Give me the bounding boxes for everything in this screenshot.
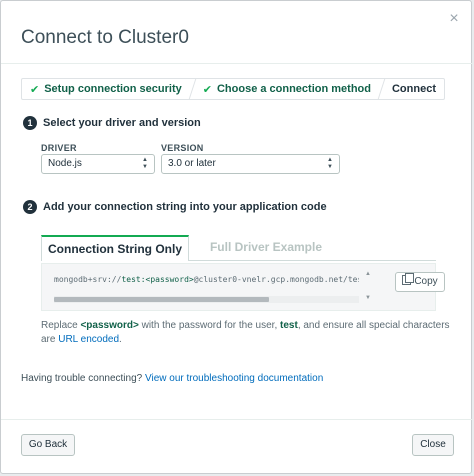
step-number-badge: 1 <box>23 116 37 130</box>
step-connect[interactable]: Connect <box>384 79 444 99</box>
code-password: <password> <box>145 275 194 284</box>
copy-label: Copy <box>414 276 438 287</box>
divider <box>1 419 473 420</box>
section-2-heading: 2 Add your connection string into your a… <box>23 200 327 214</box>
section-title: Select your driver and version <box>43 117 201 129</box>
select-arrows-icon: ▲ ▼ <box>327 157 333 170</box>
connection-tabs: Connection String Only Full Driver Examp… <box>41 235 436 261</box>
password-note: Replace <password> with the password for… <box>41 319 456 347</box>
divider <box>1 63 473 64</box>
step-choose-method[interactable]: ✔ Choose a connection method <box>195 79 379 99</box>
go-back-button[interactable]: Go Back <box>21 434 75 456</box>
troubleshooting-link[interactable]: View our troubleshooting documentation <box>145 373 323 384</box>
section-1-heading: 1 Select your driver and version <box>23 116 201 130</box>
modal-title: Connect to Cluster0 <box>21 27 189 48</box>
troubleshooting-text: Having trouble connecting? View our trou… <box>21 373 323 384</box>
note-text: Replace <box>41 320 81 331</box>
trouble-label: Having trouble connecting? <box>21 373 145 384</box>
version-select[interactable]: 3.0 or later ▲ ▼ <box>161 154 340 174</box>
code-user: test <box>121 275 141 284</box>
tab-full-driver-example[interactable]: Full Driver Example <box>191 235 341 261</box>
note-text: . <box>119 334 122 345</box>
tab-connection-string-only[interactable]: Connection String Only <box>41 235 189 261</box>
check-icon: ✔ <box>30 83 40 96</box>
step-label: Connect <box>391 83 436 95</box>
driver-select[interactable]: Node.js ▲ ▼ <box>41 154 155 174</box>
select-arrows-icon: ▲ ▼ <box>142 157 148 170</box>
step-setup-security[interactable]: ✔ Setup connection security <box>22 79 190 99</box>
copy-button[interactable]: Copy <box>395 272 445 292</box>
code-rest: @cluster0-vnelr.gcp.mongodb.net/test?ret… <box>193 275 359 284</box>
note-text: with the password for the user, <box>138 320 281 331</box>
tabs-divider <box>189 260 436 261</box>
driver-label: DRIVER <box>41 143 77 153</box>
code-prefix: mongodb+srv:// <box>54 275 122 284</box>
step-number-badge: 2 <box>23 200 37 214</box>
version-label: VERSION <box>161 143 204 153</box>
version-value: 3.0 or later <box>168 158 216 169</box>
note-password: <password> <box>80 320 139 331</box>
driver-value: Node.js <box>48 158 82 169</box>
copy-icon <box>402 273 415 285</box>
url-encoded-link[interactable]: URL encoded <box>58 334 119 345</box>
note-user: test <box>280 320 298 331</box>
connect-modal: × Connect to Cluster0 ✔ Setup connection… <box>0 0 473 474</box>
connection-string-panel: mongodb+srv://test:<password>@cluster0-v… <box>41 263 445 311</box>
close-icon[interactable]: × <box>444 9 464 29</box>
connection-stepper: ✔ Setup connection security ✔ Choose a c… <box>21 78 445 100</box>
step-label: Choose a connection method <box>216 83 371 95</box>
close-button[interactable]: Close <box>412 434 454 456</box>
step-label: Setup connection security <box>44 83 182 95</box>
scrollbar-thumb[interactable] <box>54 297 269 302</box>
check-icon: ✔ <box>202 83 212 96</box>
scroll-arrows-icon[interactable]: ▲ ▼ <box>365 270 371 306</box>
connection-string[interactable]: mongodb+srv://test:<password>@cluster0-v… <box>54 275 359 284</box>
section-title: Add your connection string into your app… <box>43 201 327 213</box>
